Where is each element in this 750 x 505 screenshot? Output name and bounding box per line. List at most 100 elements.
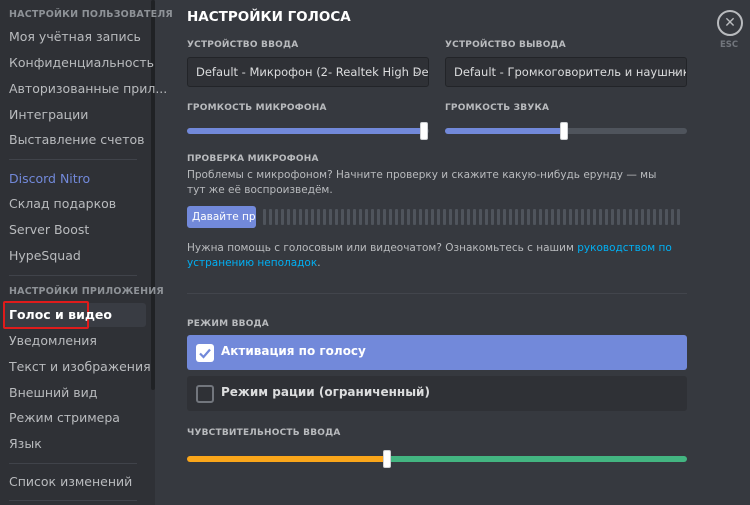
meter-bar: [605, 209, 608, 225]
meter-bar: [581, 209, 584, 225]
mic-volume-fill: [187, 128, 424, 134]
meter-bar: [653, 209, 656, 225]
meter-bar: [443, 209, 446, 225]
meter-bar: [485, 209, 488, 225]
meter-bar: [371, 209, 374, 225]
mic-level-meter: [263, 209, 680, 225]
sound-volume-handle[interactable]: [560, 122, 568, 140]
meter-bar: [545, 209, 548, 225]
meter-bar: [539, 209, 542, 225]
sidebar-item-integrations[interactable]: Интеграции: [9, 107, 88, 122]
mic-volume-slider[interactable]: [187, 122, 429, 140]
meter-bar: [389, 209, 392, 225]
checkbox-unchecked[interactable]: [196, 385, 214, 403]
meter-bar: [401, 209, 404, 225]
meter-bar: [359, 209, 362, 225]
meter-bar: [437, 209, 440, 225]
meter-bar: [329, 209, 332, 225]
sidebar-item-changelog[interactable]: Список изменений: [9, 474, 132, 489]
meter-bar: [617, 209, 620, 225]
meter-bar: [629, 209, 632, 225]
meter-bar: [575, 209, 578, 225]
sidebar-item-notifications[interactable]: Уведомления: [9, 333, 97, 348]
mic-test-button[interactable]: Давайте пр...: [187, 206, 256, 228]
checkbox-checked[interactable]: [196, 344, 214, 362]
checkmark-icon: [199, 348, 211, 359]
meter-bar: [299, 209, 302, 225]
meter-bar: [347, 209, 350, 225]
meter-bar: [305, 209, 308, 225]
meter-bar: [623, 209, 626, 225]
meter-bar: [323, 209, 326, 225]
sidebar-item-server-boost[interactable]: Server Boost: [9, 222, 89, 237]
sound-volume-label: ГРОМКОСТЬ ЗВУКА: [445, 103, 550, 113]
meter-bar: [593, 209, 596, 225]
meter-bar: [311, 209, 314, 225]
sidebar-item-language[interactable]: Язык: [9, 436, 42, 451]
sensitivity-slider[interactable]: [187, 450, 687, 468]
meter-bar: [317, 209, 320, 225]
meter-bar: [491, 209, 494, 225]
meter-bar: [413, 209, 416, 225]
meter-bar: [293, 209, 296, 225]
sidebar-item-text-images[interactable]: Текст и изображения: [9, 359, 151, 374]
meter-bar: [407, 209, 410, 225]
meter-bar: [479, 209, 482, 225]
sidebar-item-gift-inventory[interactable]: Склад подарков: [9, 196, 116, 211]
meter-bar: [449, 209, 452, 225]
meter-bar: [659, 209, 662, 225]
meter-bar: [599, 209, 602, 225]
input-mode-push-to-talk[interactable]: Режим рации (ограниченный): [187, 376, 687, 411]
sidebar-divider: [9, 159, 137, 160]
help-text-start: Нужна помощь с голосовым или видеочатом?…: [187, 242, 578, 254]
output-device-value: Default - Громкоговоритель и наушники: [454, 65, 687, 79]
sidebar-item-appearance[interactable]: Внешний вид: [9, 385, 97, 400]
sensitivity-high-segment: [387, 456, 687, 462]
meter-bar: [377, 209, 380, 225]
output-device-label: УСТРОЙСТВО ВЫВОДА: [445, 40, 566, 50]
meter-bar: [263, 209, 266, 225]
output-device-select[interactable]: Default - Громкоговоритель и наушники ⌄: [445, 57, 687, 87]
input-mode-ptt-label: Режим рации (ограниченный): [221, 385, 430, 399]
sidebar-item-privacy[interactable]: Конфиденциальность: [9, 55, 154, 70]
chevron-down-icon: ⌄: [670, 66, 679, 77]
sidebar-item-streamer-mode[interactable]: Режим стримера: [9, 410, 120, 425]
sensitivity-low-segment: [187, 456, 387, 462]
input-mode-voice-activity[interactable]: Активация по голосу: [187, 335, 687, 370]
meter-bar: [527, 209, 530, 225]
meter-bar: [647, 209, 650, 225]
meter-bar: [473, 209, 476, 225]
meter-bar: [425, 209, 428, 225]
app-settings-header: НАСТРОЙКИ ПРИЛОЖЕНИЯ: [9, 286, 164, 297]
page-title: НАСТРОЙКИ ГОЛОСА: [187, 9, 351, 25]
meter-bar: [419, 209, 422, 225]
sidebar-item-authorized-apps[interactable]: Авторизованные прил...: [9, 81, 167, 96]
sidebar-item-my-account[interactable]: Моя учётная запись: [9, 29, 141, 44]
input-mode-label: РЕЖИМ ВВОДА: [187, 319, 269, 329]
sound-volume-fill: [445, 128, 564, 134]
meter-bar: [563, 209, 566, 225]
close-button[interactable]: ✕: [717, 10, 743, 36]
sidebar-item-nitro[interactable]: Discord Nitro: [9, 171, 90, 186]
meter-bar: [281, 209, 284, 225]
meter-bar: [635, 209, 638, 225]
meter-bar: [455, 209, 458, 225]
section-divider: [187, 293, 687, 294]
meter-bar: [503, 209, 506, 225]
sidebar-item-hypesquad[interactable]: HypeSquad: [9, 248, 81, 263]
sound-volume-slider[interactable]: [445, 122, 687, 140]
mic-test-label: ПРОВЕРКА МИКРОФОНА: [187, 154, 319, 164]
input-device-select[interactable]: Default - Микрофон (2- Realtek High Defi…: [187, 57, 429, 87]
meter-bar: [269, 209, 272, 225]
meter-bar: [665, 209, 668, 225]
meter-bar: [611, 209, 614, 225]
meter-bar: [395, 209, 398, 225]
sensitivity-handle[interactable]: [383, 450, 391, 468]
meter-bar: [533, 209, 536, 225]
meter-bar: [497, 209, 500, 225]
mic-volume-handle[interactable]: [420, 122, 428, 140]
esc-label: ESC: [720, 40, 739, 50]
meter-bar: [569, 209, 572, 225]
sidebar-item-voice-video[interactable]: Голос и видео: [9, 307, 112, 322]
sidebar-item-billing[interactable]: Выставление счетов: [9, 132, 145, 147]
